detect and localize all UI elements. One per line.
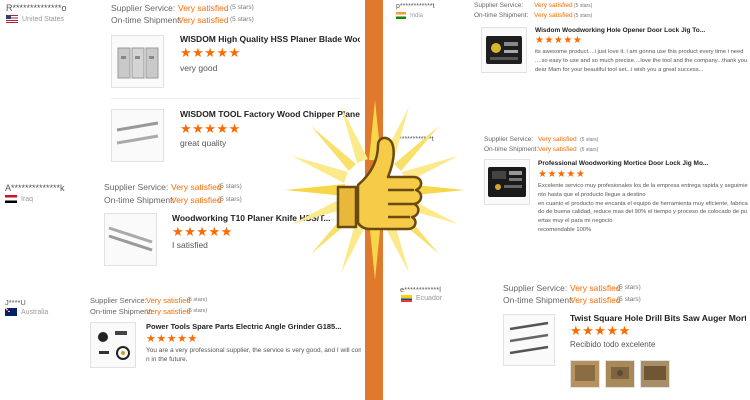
rating-stars: ★★★★★ xyxy=(535,35,583,46)
rating-stars: ★★★★★ xyxy=(538,169,586,180)
reviewer-country: Ecuador xyxy=(401,295,442,302)
mortice-jig-kit-image xyxy=(488,167,526,197)
ontime-shipment-label: On-time Shipment: xyxy=(111,15,182,25)
ontime-shipment-stars: (5 stars) xyxy=(574,13,593,19)
ontime-shipment-stars: (5 stars) xyxy=(230,16,254,23)
supplier-service-label: Supplier Service: xyxy=(503,283,568,293)
review-comment: its awesome product....i just love it. i… xyxy=(535,49,747,73)
product-thumbnail[interactable] xyxy=(104,213,157,266)
hole-opener-kit-image xyxy=(486,36,522,64)
review-photo[interactable] xyxy=(605,360,635,388)
planer-blade-image xyxy=(117,47,159,79)
supplier-service-stars: (5 stars) xyxy=(574,3,593,9)
review-comment: You are a very professional supplier, th… xyxy=(146,347,361,363)
rating-stars: ★★★★★ xyxy=(570,323,631,338)
supplier-service-stars: (5 stars) xyxy=(617,284,641,291)
ontime-shipment-stars: (5 stars) xyxy=(617,296,641,303)
ontime-shipment-value: Very satisfied xyxy=(178,15,229,25)
supplier-service-stars: (5 stars) xyxy=(230,4,254,11)
product-title[interactable]: Twist Square Hole Drill Bits Saw Auger M… xyxy=(570,313,746,323)
review-photo-image xyxy=(575,365,595,381)
product-thumbnail[interactable] xyxy=(111,109,164,162)
reviewer-country: India xyxy=(396,12,423,19)
review-photo-image xyxy=(644,366,666,380)
planer-knife-image xyxy=(108,226,153,252)
reviewer-country: Iraq xyxy=(5,195,33,203)
ontime-shipment-stars: (5 stars) xyxy=(580,147,599,153)
supplier-service-value: Very satisfied xyxy=(534,2,573,9)
reviewer-country: Australia xyxy=(5,308,48,316)
product-title[interactable]: Professional Woodworking Mortice Door Lo… xyxy=(538,160,748,167)
ontime-shipment-value: Very satisfied xyxy=(570,295,621,305)
reviewer-name: R**************o xyxy=(6,3,67,13)
rating-stars: ★★★★★ xyxy=(180,45,241,60)
product-thumbnail[interactable] xyxy=(503,314,555,366)
review-photo[interactable] xyxy=(570,360,600,388)
ontime-shipment-value: Very satisfied xyxy=(538,146,577,153)
supplier-service-value: Very satisfied xyxy=(178,3,229,13)
supplier-service-stars: (5 stars) xyxy=(187,297,208,303)
flag-iraq-icon xyxy=(5,195,17,203)
reviewer-country: United States xyxy=(6,15,64,23)
ontime-shipment-stars: (5 stars) xyxy=(187,308,208,314)
ontime-shipment-label: On-time Shipment: xyxy=(503,295,574,305)
flag-ecuador-icon xyxy=(401,295,412,302)
reviewer-name: p************t xyxy=(396,3,435,10)
supplier-service-value: Very satisfied xyxy=(570,283,621,293)
supplier-service-label: Supplier Service: xyxy=(474,2,524,9)
ontime-shipment-label: On-time Shipment: xyxy=(474,12,529,19)
rating-stars: ★★★★★ xyxy=(180,121,241,136)
supplier-service-label: Supplier Service: xyxy=(484,136,534,143)
reviewer-name: J****U xyxy=(5,298,26,307)
product-title[interactable]: Wisdom Woodworking Hole Opener Door Lock… xyxy=(535,27,745,34)
rating-stars: ★★★★★ xyxy=(146,333,198,345)
review-comment: Recibido todo excelente xyxy=(570,340,656,349)
product-thumbnail[interactable] xyxy=(90,322,136,368)
reviewer-name: A**************k xyxy=(5,183,65,193)
ontime-shipment-value: Very satisfied xyxy=(146,307,191,316)
reviewer-name: e************l xyxy=(400,285,441,294)
product-title[interactable]: Power Tools Spare Parts Electric Angle G… xyxy=(146,322,356,331)
flag-india-icon xyxy=(396,12,406,19)
review-comment: I satisfied xyxy=(172,240,208,250)
supplier-service-value: Very satisfied xyxy=(538,136,577,143)
thumbs-up-burst-icon xyxy=(285,100,465,280)
rating-stars: ★★★★★ xyxy=(172,224,233,239)
review-comment: Excelente servico muy profesionales los … xyxy=(538,183,748,233)
flag-australia-icon xyxy=(5,308,17,316)
product-thumbnail[interactable] xyxy=(111,35,164,88)
review-photo-image xyxy=(611,367,629,379)
review-photo[interactable] xyxy=(640,360,670,388)
ontime-shipment-label: On-time Shipment: xyxy=(104,195,175,205)
supplier-service-stars: (5 stars) xyxy=(580,137,599,143)
ontime-shipment-value: Very satisfied xyxy=(534,12,573,19)
review-comment: great quality xyxy=(180,138,227,148)
product-title[interactable]: WISDOM High Quality HSS Planer Blade Woo… xyxy=(180,34,360,44)
supplier-service-value: Very satisfied xyxy=(146,296,191,305)
thumb-hand xyxy=(336,136,423,231)
chipper-blade-image xyxy=(116,121,159,145)
drill-bits-image xyxy=(509,321,549,355)
ontime-shipment-label: On-time Shipment: xyxy=(484,146,539,153)
product-thumbnail[interactable] xyxy=(481,27,527,73)
grinder-parts-image xyxy=(98,331,130,360)
ontime-shipment-stars: (5 stars) xyxy=(218,196,242,203)
supplier-service-label: Supplier Service: xyxy=(104,182,169,192)
supplier-service-stars: (5 stars) xyxy=(218,183,242,190)
ontime-shipment-label: On-time Shipment: xyxy=(90,307,153,316)
supplier-service-label: Supplier Service: xyxy=(90,296,147,305)
supplier-service-value: Very satisfied xyxy=(171,182,222,192)
flag-us-icon xyxy=(6,15,18,23)
review-comment: very good xyxy=(180,63,218,73)
supplier-service-label: Supplier Service: xyxy=(111,3,176,13)
ontime-shipment-value: Very satisfied xyxy=(171,195,222,205)
product-thumbnail[interactable] xyxy=(484,159,530,205)
